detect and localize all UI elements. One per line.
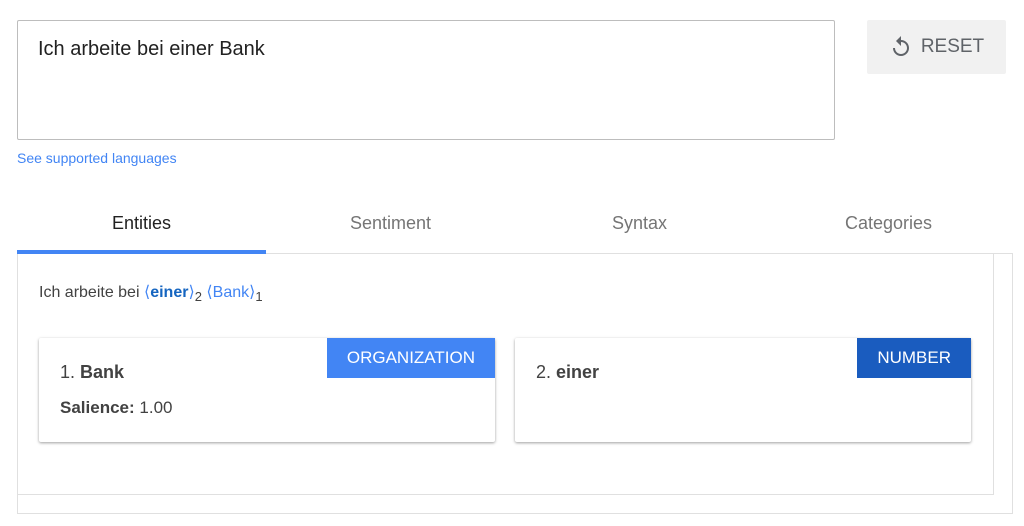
entity-card-bank: ORGANIZATION 1. Bank Salience: 1.00 xyxy=(39,338,495,442)
entity-title: 1. Bank xyxy=(60,362,125,382)
entities-panel-content: Ich arbeite bei ⟨einer⟩2 ⟨Bank⟩1 ORGANIZ… xyxy=(18,254,994,495)
entity-title: 2. einer xyxy=(536,362,600,382)
tab-categories[interactable]: Categories xyxy=(764,194,1013,254)
annotated-text: Ich arbeite bei ⟨einer⟩2 ⟨Bank⟩1 xyxy=(39,282,263,304)
tab-syntax[interactable]: Syntax xyxy=(515,194,764,254)
text-input[interactable]: Ich arbeite bei einer Bank xyxy=(17,20,835,140)
entity-mark-bank[interactable]: ⟨Bank⟩1 xyxy=(206,284,262,304)
supported-languages-link[interactable]: See supported languages xyxy=(17,150,177,166)
entity-salience: Salience: 1.00 xyxy=(60,398,173,417)
entity-card-einer: NUMBER 2. einer xyxy=(515,338,971,442)
entity-type-badge: NUMBER xyxy=(857,338,971,378)
analysis-tabs: Entities Sentiment Syntax Categories xyxy=(17,194,1013,254)
tab-entities[interactable]: Entities xyxy=(17,194,266,254)
entity-type-badge: ORGANIZATION xyxy=(326,338,495,378)
reset-label: RESET xyxy=(920,36,985,57)
tab-sentiment[interactable]: Sentiment xyxy=(266,194,515,254)
entities-panel: Ich arbeite bei ⟨einer⟩2 ⟨Bank⟩1 ORGANIZ… xyxy=(17,254,1013,514)
reset-icon xyxy=(892,36,909,56)
annotated-prefix: Ich arbeite bei xyxy=(39,284,144,301)
entity-mark-einer[interactable]: ⟨einer⟩2 xyxy=(144,284,202,304)
reset-button[interactable]: RESET xyxy=(867,20,1006,74)
